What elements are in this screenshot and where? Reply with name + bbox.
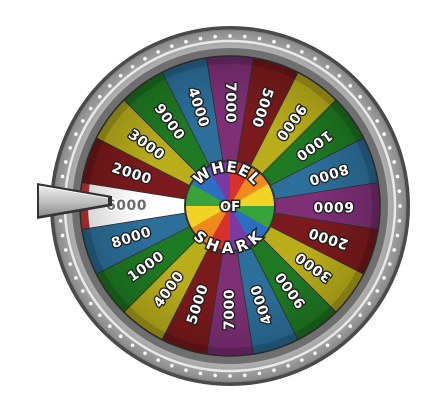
hub-title-middle: OF xyxy=(220,200,240,215)
wheel-game: 60002000300090004000 7000 5000900010008000… xyxy=(37,26,410,386)
rim-light xyxy=(107,324,112,329)
rim-light xyxy=(130,64,135,69)
rim-light xyxy=(155,49,161,55)
rim-light xyxy=(68,261,73,267)
rim-light xyxy=(80,288,85,294)
rim-light xyxy=(358,313,363,318)
rim-light xyxy=(312,56,318,61)
rim-light xyxy=(271,39,277,44)
rim-light xyxy=(142,351,148,356)
rim-light xyxy=(107,83,112,88)
rim-light xyxy=(169,363,175,368)
rim-light xyxy=(299,49,305,55)
rim-light xyxy=(97,313,102,318)
rim-light xyxy=(183,368,189,373)
rim-light xyxy=(212,34,218,39)
rim-light xyxy=(395,233,400,238)
rim-light xyxy=(88,106,93,111)
wheel-hub[interactable]: WHEEL OF SHARK xyxy=(184,156,276,259)
rim-light xyxy=(198,36,203,41)
rim-light xyxy=(337,73,342,78)
rim-light xyxy=(63,247,68,253)
rim-light xyxy=(358,94,363,99)
segment-label: 7000 xyxy=(222,289,238,330)
rim-light xyxy=(337,334,342,339)
rim-light xyxy=(183,39,189,44)
rim-light xyxy=(155,357,161,363)
rim-light xyxy=(375,118,380,124)
rim-light xyxy=(73,131,79,137)
segment-label: 6000 xyxy=(313,198,354,214)
rim-light xyxy=(348,83,353,88)
rim-light xyxy=(325,64,330,69)
rim-light xyxy=(387,261,392,267)
rim-light xyxy=(73,275,79,281)
rim-light xyxy=(375,288,380,294)
rim-light xyxy=(348,324,353,329)
rim-light xyxy=(142,56,148,61)
rim-light xyxy=(392,247,397,253)
rim-light xyxy=(97,94,102,99)
rim-light xyxy=(257,36,262,41)
rim-light xyxy=(63,159,68,165)
rim-light xyxy=(381,131,387,137)
rim-light xyxy=(325,343,330,348)
rim-light xyxy=(60,233,65,238)
rim-light xyxy=(387,145,392,151)
segment-label: 6000 xyxy=(106,198,147,214)
rim-light xyxy=(285,44,291,49)
rim-light xyxy=(397,218,402,224)
rim-light xyxy=(392,159,397,165)
rim-light xyxy=(68,145,73,151)
rim-light xyxy=(395,174,400,179)
rim-light xyxy=(381,275,387,281)
rim-light xyxy=(242,34,248,39)
rim-light xyxy=(118,73,123,78)
rim-light xyxy=(299,357,305,363)
rim-light xyxy=(242,373,248,378)
rim-light xyxy=(118,334,123,339)
rim-light xyxy=(198,371,203,376)
rim-light xyxy=(367,301,372,306)
rim-light xyxy=(58,218,63,224)
rim-light xyxy=(367,106,372,111)
rim-light xyxy=(227,33,233,39)
rim-light xyxy=(285,363,291,368)
rim-light xyxy=(397,203,403,209)
segment-label: 7000 xyxy=(222,82,238,123)
rim-light xyxy=(227,373,233,379)
rim-light xyxy=(212,373,218,378)
rim-light xyxy=(397,188,402,194)
rim-light xyxy=(60,174,65,179)
rim-light xyxy=(88,301,93,306)
rim-light xyxy=(271,368,277,373)
rim-light xyxy=(130,343,135,348)
rim-light xyxy=(257,371,262,376)
rim-light xyxy=(80,118,85,124)
rim-light xyxy=(312,351,318,356)
rim-light xyxy=(169,44,175,49)
